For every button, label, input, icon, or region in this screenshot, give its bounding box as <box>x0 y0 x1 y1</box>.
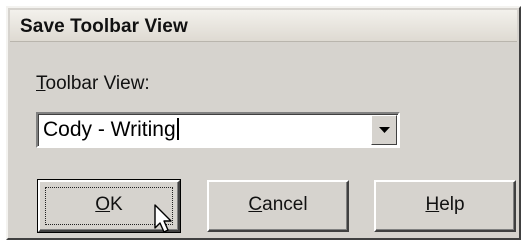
title-bar[interactable]: Save Toolbar View <box>10 10 517 42</box>
toolbar-view-label: Toolbar View: <box>36 73 150 95</box>
toolbar-view-combobox[interactable]: Cody - Writing <box>36 112 400 148</box>
dialog-title: Save Toolbar View <box>20 16 188 37</box>
help-button-accel: H <box>425 194 440 215</box>
text-caret <box>176 118 179 140</box>
ok-button-accel: O <box>95 194 111 215</box>
dropdown-button[interactable] <box>371 115 397 145</box>
ok-button[interactable]: OK <box>37 179 181 233</box>
cancel-button-label: ancel <box>262 194 308 215</box>
cancel-button[interactable]: Cancel <box>207 180 349 232</box>
toolbar-view-value: Cody - Writing <box>43 118 176 141</box>
toolbar-view-label-text: oolbar View: <box>45 73 150 94</box>
save-toolbar-view-dialog: Save Toolbar View Toolbar View: Cody - W… <box>6 6 521 240</box>
ok-button-label: K <box>110 194 123 215</box>
toolbar-view-label-accel: T <box>36 73 46 94</box>
help-button-label: elp <box>439 194 465 215</box>
toolbar-view-input[interactable]: Cody - Writing <box>43 118 179 142</box>
chevron-down-icon <box>379 127 390 133</box>
help-button[interactable]: Help <box>374 180 516 232</box>
cancel-button-accel: C <box>248 194 263 215</box>
